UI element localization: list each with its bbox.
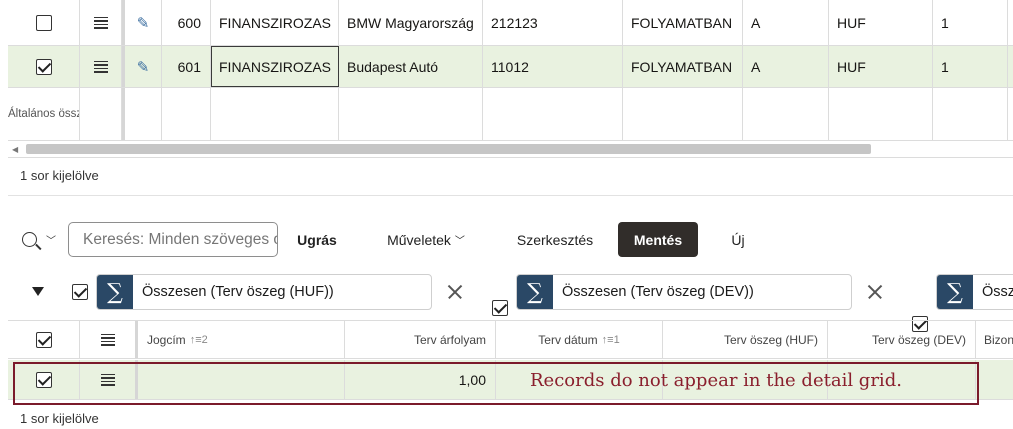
divider xyxy=(8,195,1013,196)
code-cell[interactable]: 11012 xyxy=(483,46,623,87)
empty-cell xyxy=(743,88,829,140)
row-menu-icon[interactable] xyxy=(93,60,108,73)
currency-cell[interactable]: HUF xyxy=(829,46,933,87)
sort-ascending-icon: ↑≡2 xyxy=(189,333,208,346)
empty-cell xyxy=(339,88,483,140)
type-cell[interactable]: FINANSZIROZAS xyxy=(211,0,339,45)
menu-icon[interactable] xyxy=(100,333,115,346)
remove-filter-icon[interactable] xyxy=(444,281,466,303)
collapse-triangle-icon[interactable] xyxy=(32,287,44,296)
row-menu-icon[interactable] xyxy=(93,16,108,29)
aggregate-label-cell: Általános összesen xyxy=(8,88,80,140)
aggregate-label: Általános összesen xyxy=(8,108,80,120)
detail-grid-header: Jogcím ↑≡2 Terv árfolyam Terv dátum ↑≡1 … xyxy=(8,320,1013,359)
empty-cell xyxy=(122,88,162,140)
type-cell[interactable]: FINANSZIROZAS xyxy=(211,46,339,87)
annotation-text: Records do not appear in the detail grid… xyxy=(530,370,902,391)
currency-cell[interactable]: HUF xyxy=(829,0,933,45)
pencil-icon[interactable]: ✎ xyxy=(137,14,150,32)
filter-label: Összesen (Terv öszeg (DEV)) xyxy=(562,284,754,300)
search-column-button[interactable]: ﹀ xyxy=(22,226,62,252)
row-select-cell[interactable] xyxy=(8,0,80,45)
selection-status: 1 sor kijelölve xyxy=(20,411,99,426)
search-input[interactable] xyxy=(68,222,278,257)
status-cell[interactable]: FOLYAMATBAN xyxy=(623,46,743,87)
code-cell[interactable]: 212123 xyxy=(483,0,623,45)
chevron-down-icon: ﹀ xyxy=(46,235,56,247)
empty-cell xyxy=(933,88,1008,140)
save-button[interactable]: Mentés xyxy=(618,222,698,257)
filter-checkbox[interactable] xyxy=(492,300,508,316)
header-select-cell[interactable] xyxy=(8,321,80,358)
table-row[interactable]: ✎ 601 FINANSZIROZAS Budapest Autó 11012 … xyxy=(8,46,1013,88)
selection-status: 1 sor kijelölve xyxy=(20,168,99,183)
edit-cell[interactable]: ✎ xyxy=(122,46,162,87)
qty-cell[interactable]: 1 xyxy=(933,0,1008,45)
column-header-terv-oszeg-dev[interactable]: Terv öszeg (DEV) xyxy=(828,321,976,358)
column-header-terv-datum[interactable]: Terv dátum ↑≡1 xyxy=(496,321,663,358)
qty-cell[interactable]: 1 xyxy=(933,46,1008,87)
column-header-terv-oszeg-huf[interactable]: Terv öszeg (HUF) xyxy=(663,321,828,358)
filter-label: Össze xyxy=(982,284,1013,300)
table-row[interactable]: ✎ 600 FINANSZIROZAS BMW Magyarország 212… xyxy=(8,0,1013,46)
sigma-icon: ∑ xyxy=(937,275,973,309)
partner-cell[interactable]: BMW Magyarország xyxy=(339,0,483,45)
filter-chip[interactable]: ∑ Összesen (Terv öszeg (DEV)) xyxy=(516,274,852,310)
scroll-left-icon[interactable]: ◀ xyxy=(12,145,18,154)
status-cell[interactable]: FOLYAMATBAN xyxy=(623,0,743,45)
pencil-icon[interactable]: ✎ xyxy=(137,58,150,76)
goto-button[interactable]: Ugrás xyxy=(288,222,346,257)
edit-button[interactable]: Szerkesztés xyxy=(506,222,604,257)
filter-checkbox[interactable] xyxy=(72,284,88,300)
empty-cell xyxy=(80,88,122,140)
edit-cell[interactable]: ✎ xyxy=(122,0,162,45)
sigma-icon: ∑ xyxy=(97,275,133,309)
filter-chip[interactable]: ∑ Össze xyxy=(936,274,1013,310)
row-actions-cell[interactable] xyxy=(80,46,122,87)
horizontal-scrollbar[interactable]: ◀ xyxy=(8,141,1013,158)
aggregate-row: Általános összesen xyxy=(8,88,1013,141)
chevron-down-icon: ﹀ xyxy=(454,236,465,247)
column-label: Terv dátum xyxy=(538,332,598,347)
empty-cell xyxy=(162,88,211,140)
empty-cell xyxy=(211,88,339,140)
column-header-jogcim[interactable]: Jogcím ↑≡2 xyxy=(138,321,345,358)
empty-cell xyxy=(829,88,933,140)
id-cell[interactable]: 601 xyxy=(162,46,211,87)
column-header-terv-arfolyam[interactable]: Terv árfolyam xyxy=(345,321,496,358)
id-cell[interactable]: 600 xyxy=(162,0,211,45)
flag-cell[interactable]: A xyxy=(743,0,829,45)
sort-ascending-icon: ↑≡1 xyxy=(601,333,620,346)
new-button[interactable]: Új xyxy=(718,222,758,257)
actions-menu-button[interactable]: Műveletek ﹀ xyxy=(376,222,476,257)
filter-chip[interactable]: ∑ Összesen (Terv öszeg (HUF)) xyxy=(96,274,432,310)
row-actions-cell[interactable] xyxy=(80,0,122,45)
row-checkbox[interactable] xyxy=(35,14,52,31)
search-icon xyxy=(22,231,37,247)
select-all-checkbox[interactable] xyxy=(35,331,52,348)
partner-cell[interactable]: Budapest Autó xyxy=(339,46,483,87)
flag-cell[interactable]: A xyxy=(743,46,829,87)
empty-cell xyxy=(483,88,623,140)
sigma-icon: ∑ xyxy=(517,275,553,309)
header-actions-cell[interactable] xyxy=(80,321,138,358)
scrollbar-thumb[interactable] xyxy=(26,144,871,154)
row-select-cell[interactable] xyxy=(8,46,80,87)
column-label: Jogcím xyxy=(147,332,186,347)
remove-filter-icon[interactable] xyxy=(864,281,886,303)
row-checkbox[interactable] xyxy=(35,58,52,75)
empty-cell xyxy=(623,88,743,140)
column-header-bizon[interactable]: Bizon xyxy=(976,321,1013,358)
filter-label: Összesen (Terv öszeg (HUF)) xyxy=(142,284,334,300)
actions-label: Műveletek xyxy=(387,231,451,248)
